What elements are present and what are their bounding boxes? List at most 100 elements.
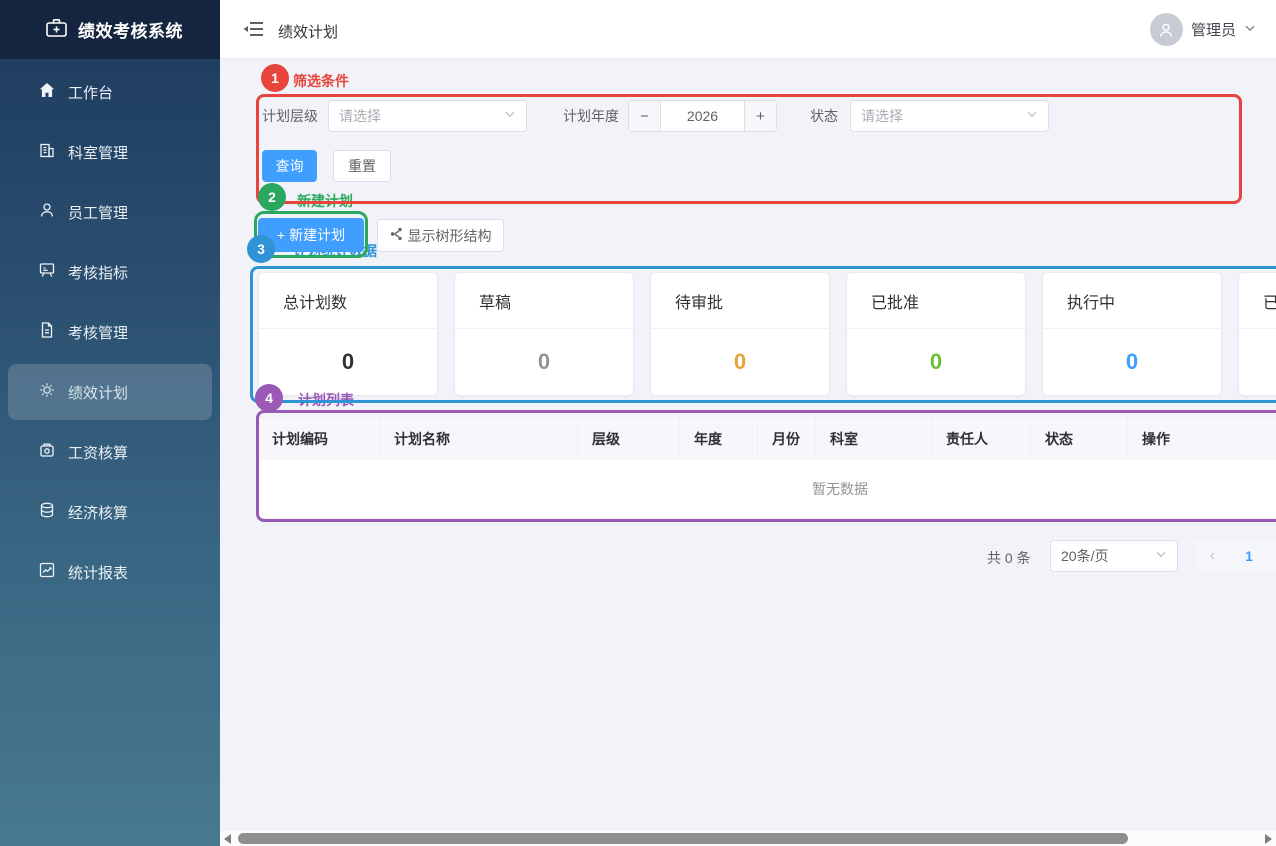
- app-title: 绩效考核系统: [78, 17, 183, 42]
- column-header-year: 年度: [680, 418, 758, 460]
- collapse-sidebar-icon[interactable]: [242, 20, 264, 38]
- app-window: 绩效考核系统 工作台 科室管理 员工管理: [0, 0, 1276, 846]
- sidebar-item-label: 科室管理: [68, 142, 128, 163]
- wallet-icon: [38, 441, 56, 463]
- sidebar-item-employees[interactable]: 员工管理: [0, 182, 220, 242]
- column-header-actions: 操作: [1128, 418, 1276, 460]
- sidebar-item-assessments[interactable]: 考核管理: [0, 302, 220, 362]
- pager: ‹ 1 ›: [1194, 540, 1276, 571]
- year-increase-button[interactable]: +: [744, 101, 776, 131]
- new-plan-label: 新建计划: [289, 225, 345, 245]
- sidebar-item-economics[interactable]: 经济核算: [0, 482, 220, 542]
- scrollbar-thumb[interactable]: [238, 833, 1128, 844]
- user-icon: [38, 201, 56, 223]
- plus-icon: +: [277, 227, 285, 243]
- year-input[interactable]: 2026: [661, 101, 744, 131]
- stat-card-title: 草稿: [455, 273, 633, 329]
- stat-card-pending: 待审批 0: [650, 272, 830, 396]
- table-empty-state: 暂无数据: [258, 460, 1276, 519]
- current-page-button[interactable]: 1: [1235, 548, 1263, 564]
- column-header-owner: 责任人: [932, 418, 1031, 460]
- stat-card-title: 执行中: [1043, 273, 1221, 329]
- plan-level-select[interactable]: 请选择: [328, 100, 527, 132]
- reset-button[interactable]: 重置: [333, 150, 391, 182]
- table-header-row: 计划编码 计划名称 层级 年度 月份 科室 责任人 状态 操作: [258, 418, 1276, 460]
- sidebar-item-performance-plan[interactable]: 绩效计划: [8, 364, 212, 420]
- stat-card-value: 0: [259, 329, 437, 395]
- sidebar-item-label: 统计报表: [68, 562, 128, 583]
- sidebar-item-label: 绩效计划: [68, 382, 128, 403]
- column-header-code: 计划编码: [258, 418, 380, 460]
- share-icon: [390, 227, 403, 244]
- home-icon: [38, 81, 56, 103]
- annotation-2-circle: 2: [258, 183, 286, 211]
- username: 管理员: [1191, 19, 1236, 40]
- year-decrease-button[interactable]: −: [629, 101, 661, 131]
- stat-card-title: 总计划数: [259, 273, 437, 329]
- gear-icon: [38, 381, 56, 403]
- stat-card-value: 0: [1043, 329, 1221, 395]
- stat-card-clipped: 已 0: [1238, 272, 1276, 396]
- plan-year-stepper: − 2026 +: [628, 100, 777, 132]
- prev-page-button[interactable]: ‹: [1198, 547, 1226, 565]
- column-header-month: 月份: [758, 418, 816, 460]
- show-tree-button[interactable]: 显示树形结构: [377, 219, 504, 252]
- horizontal-scrollbar: [220, 831, 1276, 846]
- stat-card-total: 总计划数 0: [258, 272, 438, 396]
- database-icon: [38, 501, 56, 523]
- annotation-1-label: 筛选条件: [293, 71, 349, 91]
- sidebar-item-label: 工作台: [68, 82, 113, 103]
- stat-card-value: 0: [651, 329, 829, 395]
- annotation-2-label: 新建计划: [297, 191, 353, 211]
- column-header-department: 科室: [816, 418, 932, 460]
- column-header-name: 计划名称: [380, 418, 578, 460]
- sidebar-item-salary[interactable]: 工资核算: [0, 422, 220, 482]
- page-size-select[interactable]: 20条/页: [1050, 540, 1178, 572]
- search-button[interactable]: 查询: [262, 150, 317, 182]
- scroll-right-arrow-icon[interactable]: [1265, 834, 1272, 844]
- sidebar-item-indicators[interactable]: 考核指标: [0, 242, 220, 302]
- next-page-button[interactable]: ›: [1272, 547, 1276, 565]
- plan-table: 计划编码 计划名称 层级 年度 月份 科室 责任人 状态 操作 暂无数据: [258, 418, 1276, 519]
- annotation-1-circle: 1: [261, 64, 289, 92]
- stat-card-title: 已批准: [847, 273, 1025, 329]
- sidebar-item-label: 考核指标: [68, 262, 128, 283]
- filter-status-label: 状态: [810, 100, 838, 132]
- sidebar-item-reports[interactable]: 统计报表: [0, 542, 220, 602]
- sidebar-item-label: 员工管理: [68, 202, 128, 223]
- sidebar-item-label: 工资核算: [68, 442, 128, 463]
- building-icon: [38, 141, 56, 163]
- chevron-down-icon: [1026, 107, 1038, 125]
- sidebar-item-workbench[interactable]: 工作台: [0, 62, 220, 122]
- filter-level-label: 计划层级: [262, 100, 318, 132]
- avatar: [1150, 13, 1183, 46]
- medkit-icon: [45, 17, 68, 43]
- stat-card-value: 0: [1239, 329, 1276, 395]
- new-plan-button[interactable]: + 新建计划: [258, 218, 364, 252]
- chevron-down-icon: [1155, 547, 1167, 565]
- board-icon: [38, 261, 56, 283]
- sidebar-item-departments[interactable]: 科室管理: [0, 122, 220, 182]
- stat-card-draft: 草稿 0: [454, 272, 634, 396]
- stat-card-value: 0: [455, 329, 633, 395]
- stat-card-title: 已: [1239, 273, 1276, 329]
- stat-card-title: 待审批: [651, 273, 829, 329]
- chevron-down-icon: [1244, 21, 1256, 39]
- page-size-value: 20条/页: [1061, 546, 1108, 566]
- user-menu[interactable]: 管理员: [1150, 13, 1256, 46]
- app-logo: 绩效考核系统: [0, 0, 220, 59]
- show-tree-label: 显示树形结构: [408, 226, 492, 246]
- sidebar-item-label: 考核管理: [68, 322, 128, 343]
- filter-year-label: 计划年度: [563, 100, 619, 132]
- document-icon: [38, 321, 56, 343]
- select-placeholder: 请选择: [861, 106, 903, 126]
- column-header-status: 状态: [1031, 418, 1128, 460]
- stat-card-value: 0: [847, 329, 1025, 395]
- pagination-total: 共 0 条: [987, 548, 1031, 568]
- scroll-left-arrow-icon[interactable]: [224, 834, 231, 844]
- sidebar: 绩效考核系统 工作台 科室管理 员工管理: [0, 0, 220, 846]
- chart-icon: [38, 561, 56, 583]
- stat-card-approved: 已批准 0: [846, 272, 1026, 396]
- chevron-down-icon: [504, 107, 516, 125]
- status-select[interactable]: 请选择: [850, 100, 1049, 132]
